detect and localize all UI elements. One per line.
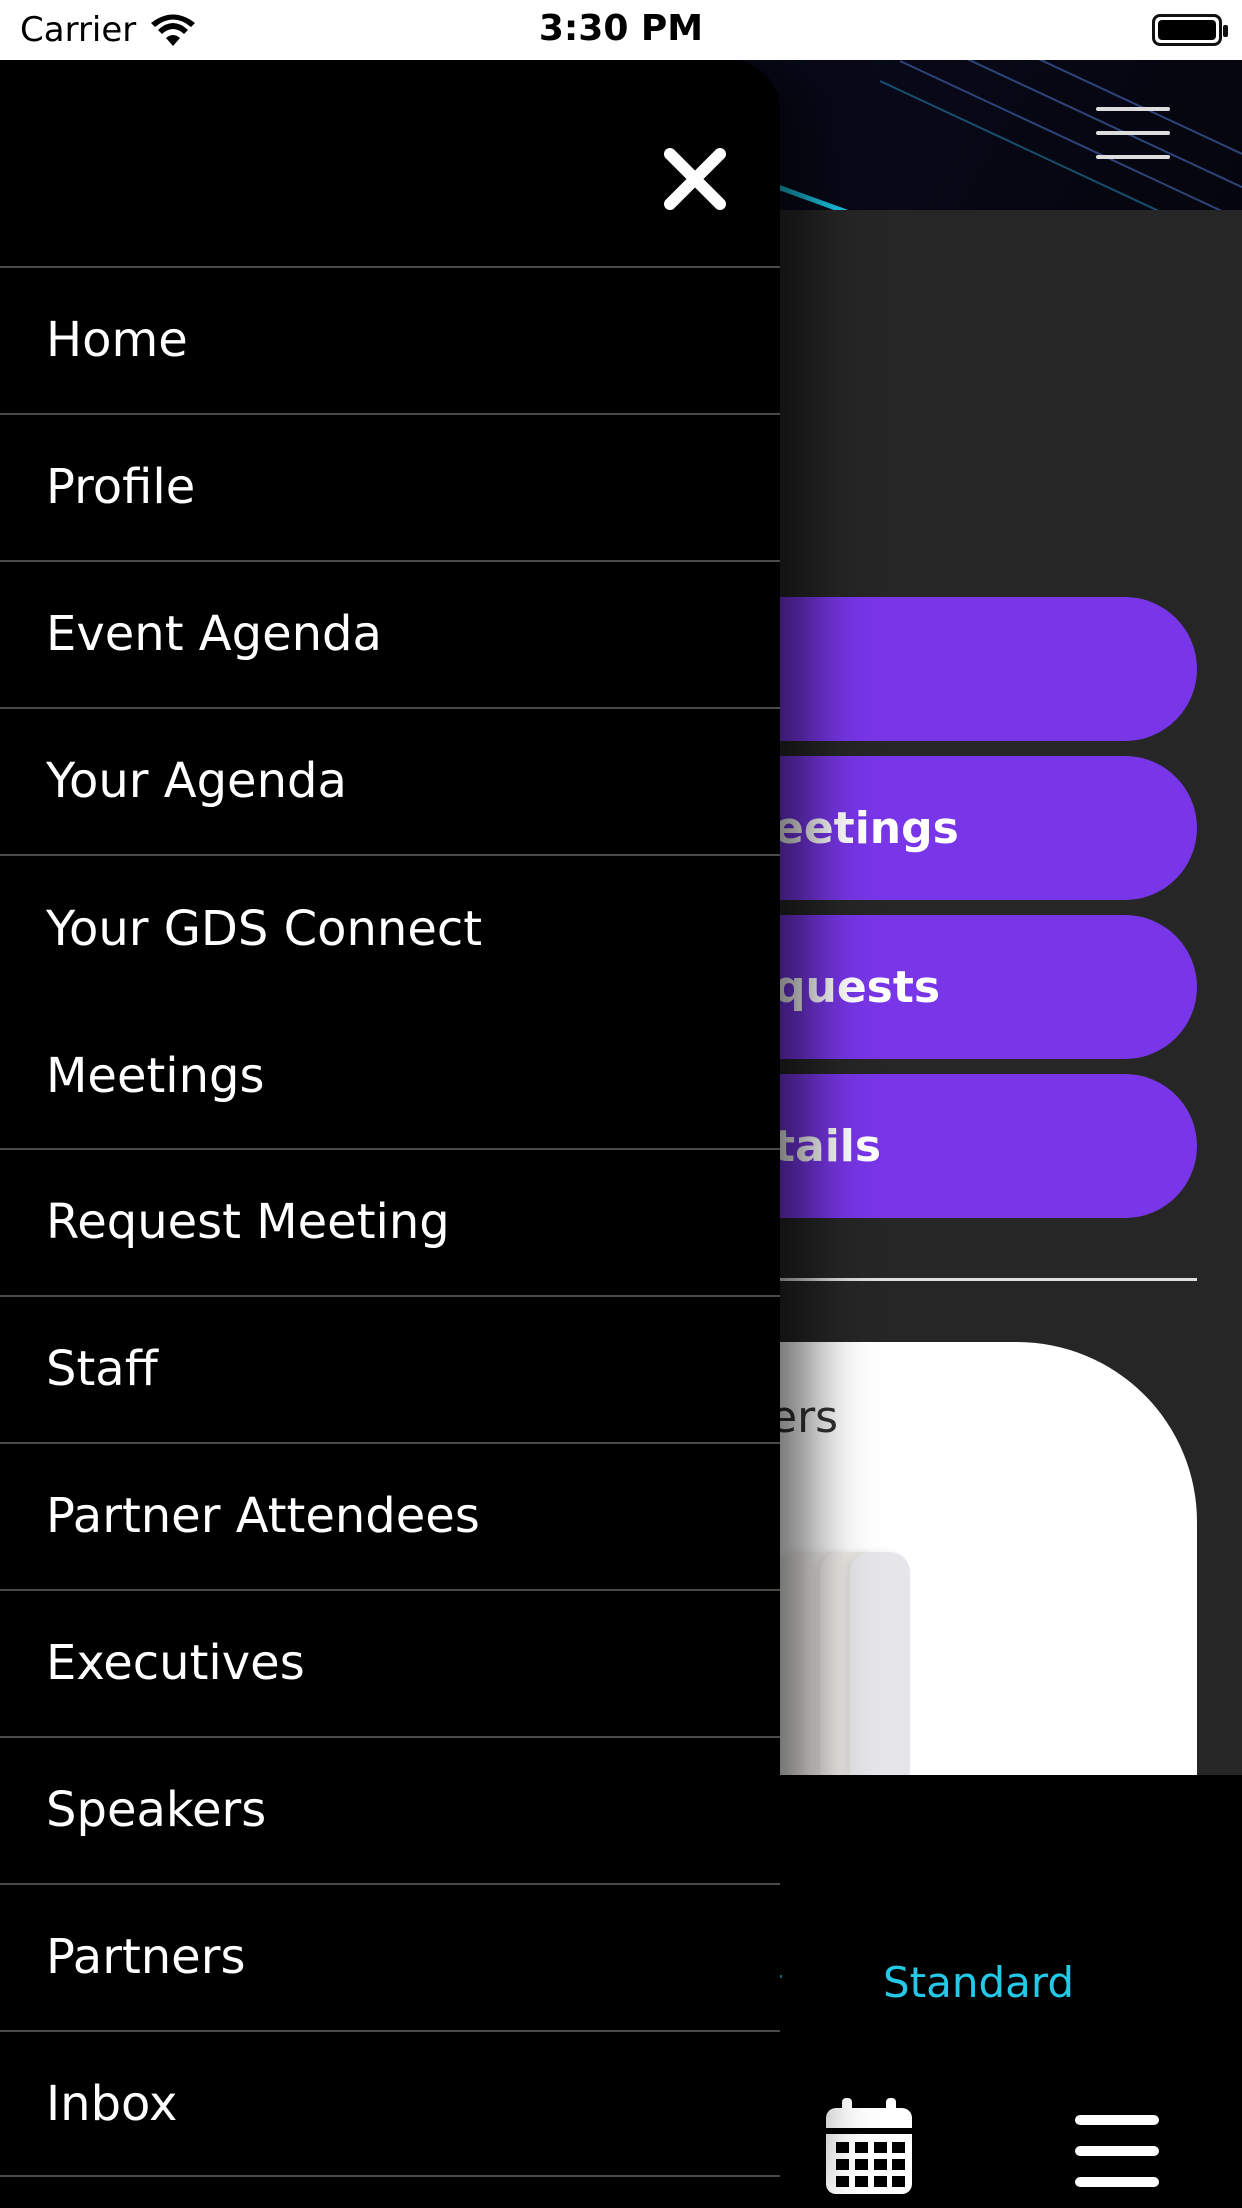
requests-button-label: quests [774,961,941,1013]
menu-item-home[interactable]: Home [0,266,780,413]
menu-item-partners[interactable]: Partners [0,1883,780,2030]
navigation-drawer: Home Profile Event Agenda Your Agenda Yo… [0,60,780,2208]
battery-icon [1152,14,1228,46]
menu-item-executives[interactable]: Executives [0,1589,780,1736]
menu-item-partner-attendees[interactable]: Partner Attendees [0,1442,780,1589]
meetings-button-label: eetings [774,802,959,854]
menu-item-request-meeting[interactable]: Request Meeting [0,1148,780,1295]
card-title: ers [770,1392,839,1443]
menu-item-speakers[interactable]: Speakers [0,1736,780,1883]
close-icon[interactable] [658,142,732,216]
drawer-menu: Home Profile Event Agenda Your Agenda Yo… [0,266,780,2177]
details-button-label: tails [774,1120,882,1172]
calendar-icon[interactable] [826,2098,912,2194]
menu-item-profile[interactable]: Profile [0,413,780,560]
menu-icon[interactable] [1075,2115,1159,2189]
menu-item-event-agenda[interactable]: Event Agenda [0,560,780,707]
header-menu-icon[interactable] [1096,107,1170,159]
menu-item-inbox[interactable]: Inbox [0,2030,780,2177]
status-time: 3:30 PM [538,8,704,49]
tab-standard[interactable]: Standard [883,1958,1074,2007]
menu-item-your-agenda[interactable]: Your Agenda [0,707,780,854]
card-image [780,1552,910,1778]
menu-item-staff[interactable]: Staff [0,1295,780,1442]
status-bar: Carrier 3:30 PM [0,0,1242,60]
menu-item-gds-connect-meetings[interactable]: Your GDS Connect Meetings [0,854,780,1148]
